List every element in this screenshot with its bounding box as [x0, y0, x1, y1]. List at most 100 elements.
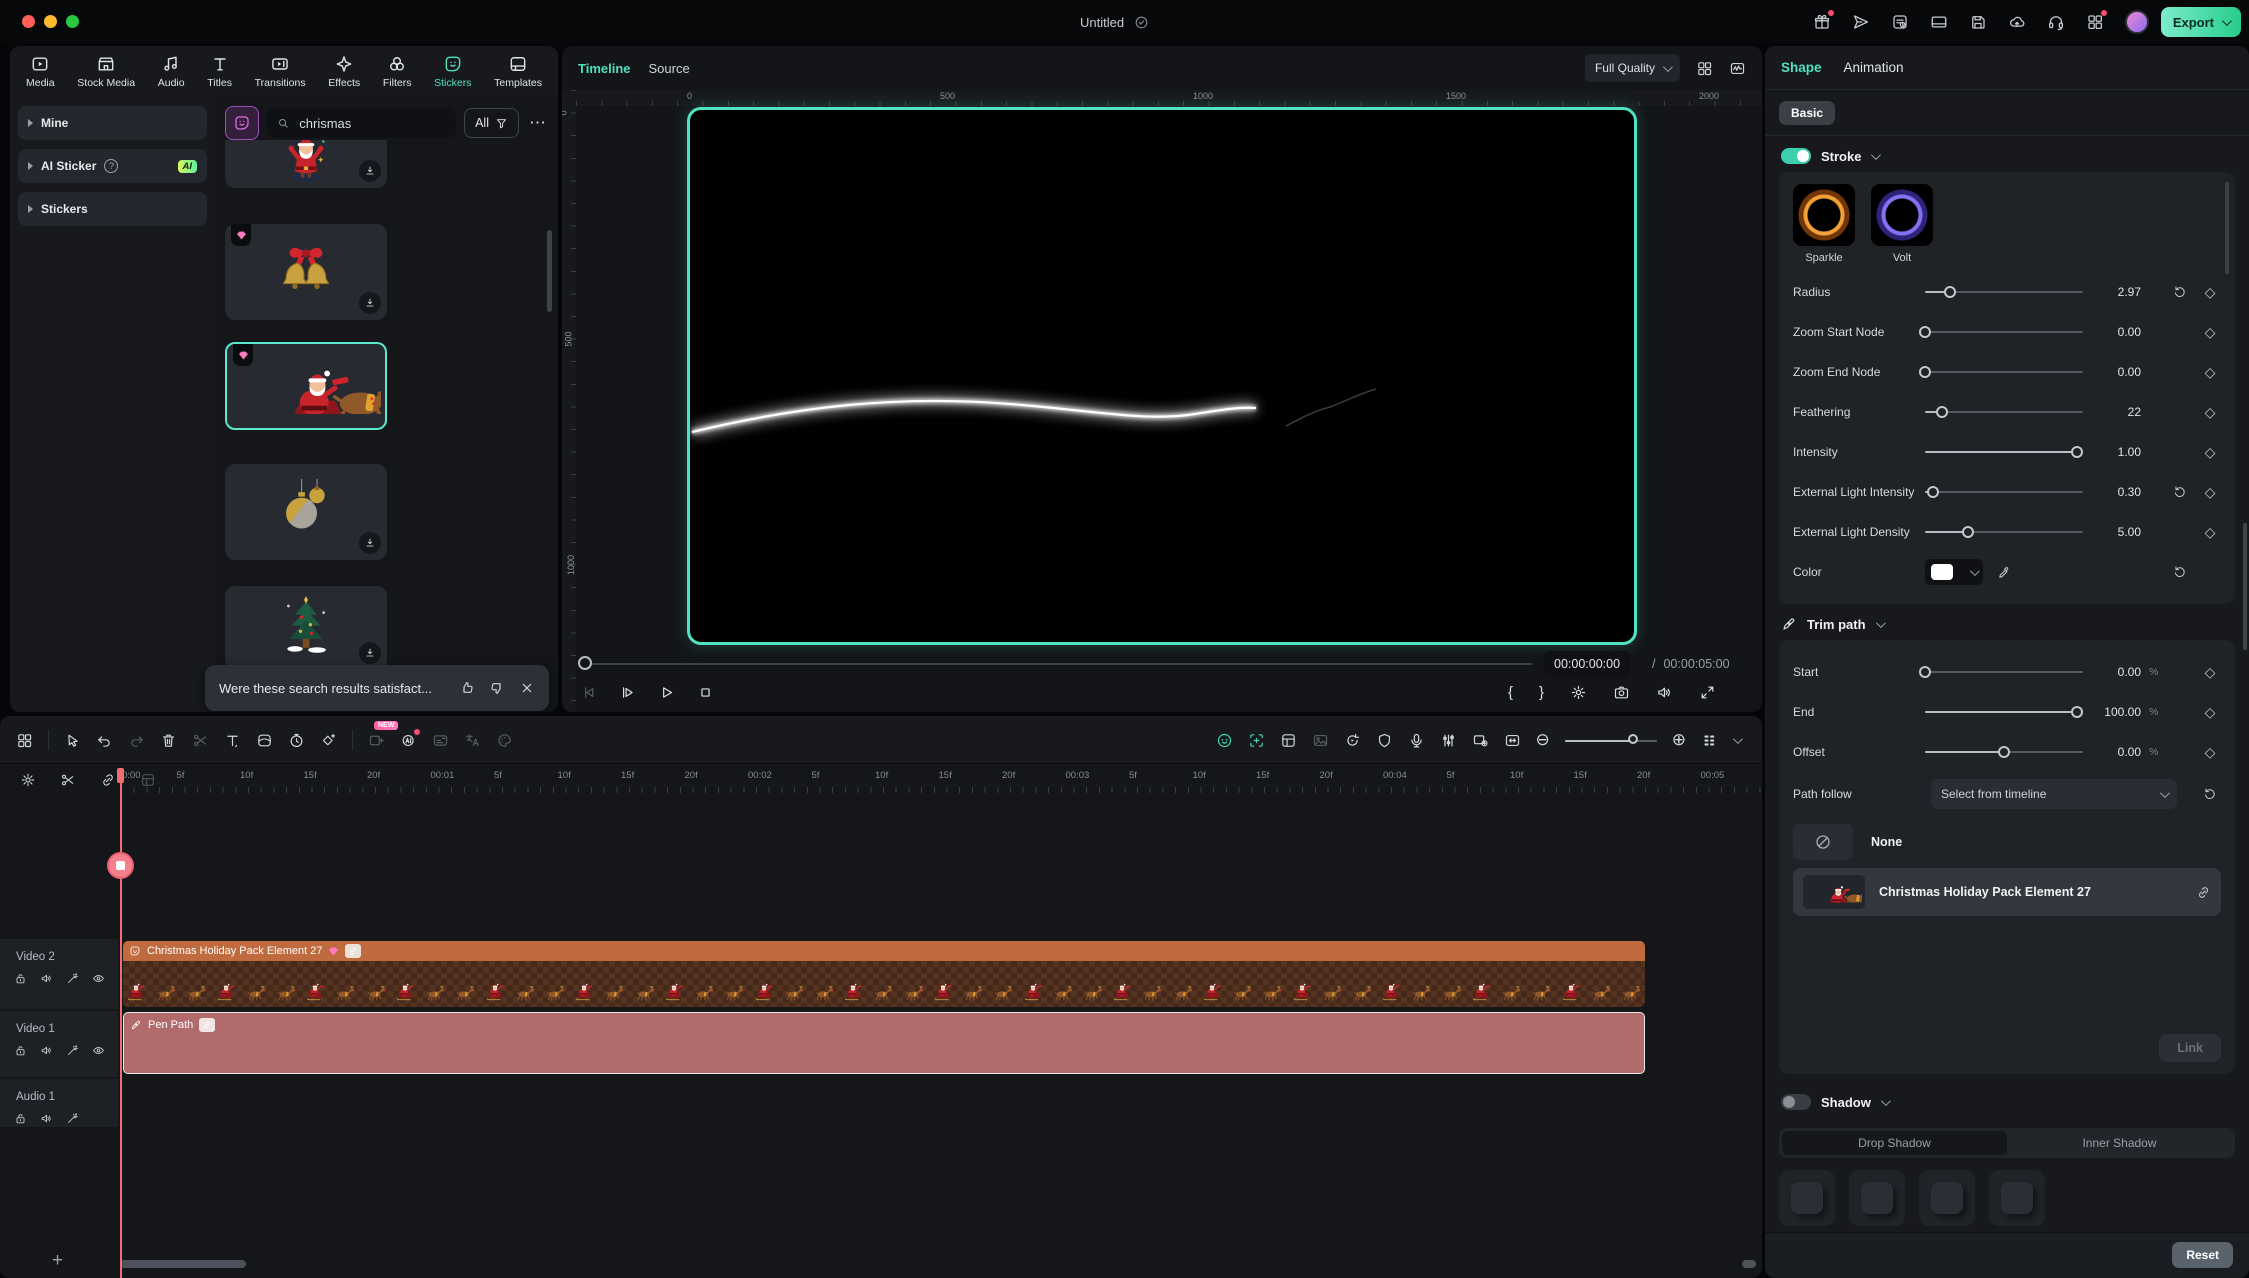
- param-slider-radius[interactable]: [1925, 285, 2083, 299]
- thumbs-down-button[interactable]: [489, 680, 505, 696]
- close-toast-button[interactable]: [519, 680, 535, 696]
- shadow-preset-4[interactable]: [1989, 1170, 2045, 1226]
- frame-tool-button[interactable]: [1248, 732, 1265, 749]
- track-speaker-button[interactable]: [40, 1112, 53, 1125]
- reindeer-1[interactable]: [1551, 359, 1634, 642]
- param-slider-offset[interactable]: [1925, 745, 2083, 759]
- timeline-scrollbar-end[interactable]: [1742, 1260, 1756, 1268]
- media-tab-audio[interactable]: Audio: [158, 54, 185, 89]
- thumbs-up-button[interactable]: [459, 680, 475, 696]
- gear-button[interactable]: [1570, 684, 1587, 701]
- sticker-list-scrollbar[interactable]: [547, 230, 552, 312]
- send-button[interactable]: [1852, 13, 1870, 31]
- timeline-zoom-slider[interactable]: [1565, 734, 1657, 746]
- headset-button[interactable]: [2047, 13, 2065, 31]
- inspector-tab-animation[interactable]: Animation: [1844, 60, 1904, 75]
- color-reset-button[interactable]: [2169, 565, 2191, 579]
- timeline-ruler[interactable]: 0:005f10f15f20f00:015f10f15f20f00:025f10…: [121, 768, 1762, 794]
- eyedropper-button[interactable]: [1997, 565, 2012, 580]
- current-timecode[interactable]: 00:00:00:00: [1544, 651, 1630, 676]
- more-options-button[interactable]: ⋯: [527, 113, 548, 133]
- inspector-tab-shape[interactable]: Shape: [1781, 60, 1822, 75]
- translate-tool-button[interactable]: [464, 732, 481, 749]
- keyframe-tool-button[interactable]: [320, 732, 337, 749]
- prevframe-button[interactable]: [580, 684, 597, 701]
- sidebar-item-stickers[interactable]: Stickers: [18, 192, 207, 226]
- inspector-scrollbar[interactable]: [2243, 523, 2247, 650]
- export-chevron-icon[interactable]: [2222, 16, 2232, 26]
- mic-tool-button[interactable]: [1408, 732, 1425, 749]
- shadow-preset-2[interactable]: [1849, 1170, 1905, 1226]
- slider-handle[interactable]: [1998, 746, 2010, 758]
- track-height-chevron-icon[interactable]: [1733, 734, 1743, 744]
- brace-marker-button[interactable]: }: [1539, 684, 1544, 701]
- shadow-tab-inner-shadow[interactable]: Inner Shadow: [2007, 1131, 2232, 1155]
- keyframe-diamond-button[interactable]: ◇: [2199, 364, 2221, 381]
- stroke-collapse-icon[interactable]: [1871, 150, 1881, 160]
- clip-christmas-holiday-pack-element-27[interactable]: Christmas Holiday Pack Element 27: [123, 941, 1645, 1007]
- aiclip-tool-button[interactable]: [400, 732, 417, 749]
- timeline-horizontal-scrollbar[interactable]: [120, 1260, 246, 1268]
- stroke-toggle[interactable]: [1781, 148, 1811, 164]
- param-slider-external-light-density[interactable]: [1925, 525, 2083, 539]
- trim-path-collapse-icon[interactable]: [1875, 618, 1885, 628]
- filter-all-button[interactable]: All: [464, 108, 519, 138]
- zoom-in-button[interactable]: ⊕: [1672, 730, 1686, 750]
- shadow-preset-1[interactable]: [1779, 1170, 1835, 1226]
- sticker-result-santa-sleigh[interactable]: [225, 342, 387, 430]
- tasks-button[interactable]: [1891, 13, 1909, 31]
- multi-view-icon[interactable]: [1696, 60, 1713, 77]
- param-slider-start[interactable]: [1925, 665, 2083, 679]
- param-slider-intensity[interactable]: [1925, 445, 2083, 459]
- gear-track-tool-button[interactable]: [20, 772, 36, 788]
- media-tab-filters[interactable]: Filters: [383, 54, 412, 89]
- keyframe-diamond-button[interactable]: ◇: [2199, 664, 2221, 681]
- export-button[interactable]: Export: [2161, 7, 2241, 37]
- quality-selector[interactable]: Full Quality: [1585, 54, 1680, 82]
- param-reset-button[interactable]: [2169, 485, 2191, 499]
- slider-handle[interactable]: [1944, 286, 1956, 298]
- slider-handle[interactable]: [1919, 326, 1931, 338]
- sidebar-item-mine[interactable]: Mine: [18, 106, 207, 140]
- sidebar-item-ai-sticker[interactable]: AI Sticker?AI: [18, 149, 207, 183]
- playbar-button[interactable]: [619, 684, 636, 701]
- track-lock-button[interactable]: [14, 1044, 27, 1057]
- search-box[interactable]: [267, 108, 456, 138]
- tab-timeline[interactable]: Timeline: [578, 61, 631, 76]
- camera-button[interactable]: [1613, 684, 1630, 701]
- download-sticker-button[interactable]: [359, 292, 381, 314]
- preview-canvas[interactable]: [687, 107, 1637, 645]
- playhead[interactable]: [120, 768, 122, 1278]
- keyframe-diamond-button[interactable]: ◇: [2199, 324, 2221, 341]
- sticker-result-santa[interactable]: [225, 140, 387, 188]
- track-speaker-button[interactable]: [40, 1044, 53, 1057]
- stroke-preset-volt[interactable]: Volt: [1871, 184, 1933, 264]
- basic-filter-pill[interactable]: Basic: [1779, 101, 1835, 125]
- captions-tool-button[interactable]: [432, 732, 449, 749]
- slider-handle[interactable]: [2071, 706, 2083, 718]
- speaker-button[interactable]: [1656, 684, 1673, 701]
- cloud-button[interactable]: [2008, 13, 2026, 31]
- track-wand-button[interactable]: [66, 1044, 79, 1057]
- stroke-preset-sparkle[interactable]: Sparkle: [1793, 184, 1855, 264]
- clock-tool-button[interactable]: [288, 732, 305, 749]
- apps-button[interactable]: [2086, 13, 2104, 31]
- scissors-tool-button[interactable]: [192, 732, 209, 749]
- shadow-collapse-icon[interactable]: [1881, 1096, 1891, 1106]
- minimize-window-button[interactable]: [44, 15, 57, 28]
- path-none-option[interactable]: None: [1793, 816, 2221, 868]
- image-tool-button[interactable]: [1312, 732, 1329, 749]
- path-linked-item[interactable]: Christmas Holiday Pack Element 27: [1793, 868, 2221, 916]
- color-swatch-dropdown[interactable]: [1925, 559, 1983, 585]
- param-slider-zoom-start-node[interactable]: [1925, 325, 2083, 339]
- addclip-tool-button[interactable]: NEW: [368, 732, 385, 749]
- undo-tool-button[interactable]: [96, 732, 113, 749]
- keyframe-diamond-button[interactable]: ◇: [2199, 444, 2221, 461]
- user-avatar[interactable]: [2125, 10, 2149, 34]
- search-input[interactable]: [297, 115, 446, 132]
- window-controls[interactable]: [22, 15, 79, 28]
- track-speaker-button[interactable]: [40, 972, 53, 985]
- play-button[interactable]: [658, 684, 675, 701]
- download-sticker-button[interactable]: [359, 160, 381, 182]
- palette-tool-button[interactable]: [496, 732, 513, 749]
